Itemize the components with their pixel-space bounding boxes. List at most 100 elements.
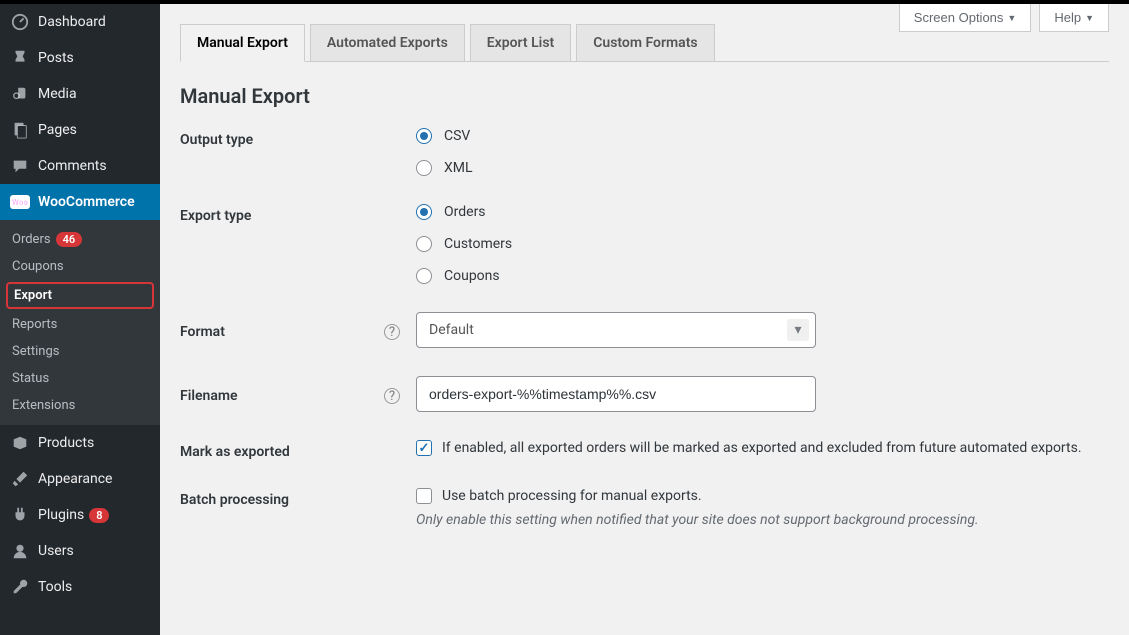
radio-icon: [416, 204, 432, 220]
radio-icon: [416, 160, 432, 176]
radio-option-csv[interactable]: CSV: [416, 128, 1109, 144]
wrench-icon: [10, 577, 30, 597]
batch-note: Only enable this setting when notified t…: [416, 512, 1109, 528]
row-batch-processing: Batch processing Use batch processing fo…: [180, 488, 1109, 528]
submenu-label: Coupons: [12, 259, 64, 274]
sidebar-item-label: Media: [38, 86, 77, 102]
help-label: Help: [1054, 10, 1081, 25]
radio-option-customers[interactable]: Customers: [416, 236, 1109, 252]
sidebar-item-label: Products: [38, 435, 94, 451]
sidebar-item-woocommerce[interactable]: Woo WooCommerce: [0, 184, 160, 220]
comment-icon: [10, 156, 30, 176]
checkbox-desc: If enabled, all exported orders will be …: [442, 440, 1082, 456]
submenu-label: Settings: [12, 344, 59, 359]
submenu-item-settings[interactable]: Settings: [0, 338, 160, 365]
sidebar-item-label: Appearance: [38, 471, 112, 487]
radio-label: Coupons: [444, 268, 500, 284]
submenu-item-orders[interactable]: Orders 46: [0, 226, 160, 253]
label-export-type: Export type: [180, 204, 416, 224]
media-icon: [10, 84, 30, 104]
sidebar-item-pages[interactable]: Pages: [0, 112, 160, 148]
label-output-type: Output type: [180, 128, 416, 148]
submenu-item-coupons[interactable]: Coupons: [0, 253, 160, 280]
sidebar-item-appearance[interactable]: Appearance: [0, 461, 160, 497]
sidebar-item-plugins[interactable]: Plugins 8: [0, 497, 160, 533]
pin-icon: [10, 48, 30, 68]
submenu-label: Export: [14, 288, 52, 303]
radio-label: CSV: [444, 128, 470, 144]
sidebar-item-tools[interactable]: Tools: [0, 569, 160, 605]
radio-icon: [416, 268, 432, 284]
select-value: Default: [429, 322, 474, 338]
screen-options-button[interactable]: Screen Options▼: [899, 4, 1032, 32]
checkbox-icon: [416, 440, 432, 456]
submenu-label: Reports: [12, 317, 57, 332]
tab-export-list[interactable]: Export List: [470, 24, 571, 61]
sidebar-item-dashboard[interactable]: Dashboard: [0, 4, 160, 40]
plugin-icon: [10, 505, 30, 525]
checkbox-icon: [416, 488, 432, 504]
tab-manual-export[interactable]: Manual Export: [180, 24, 305, 62]
submenu-label: Status: [12, 371, 49, 386]
submenu-item-export[interactable]: Export: [6, 282, 154, 309]
user-icon: [10, 541, 30, 561]
radio-option-coupons[interactable]: Coupons: [416, 268, 1109, 284]
row-format: Format ? Default ▾: [180, 312, 1109, 348]
screen-options-label: Screen Options: [914, 10, 1004, 25]
woocommerce-submenu: Orders 46 Coupons Export Reports Setting…: [0, 220, 160, 425]
radio-option-xml[interactable]: XML: [416, 160, 1109, 176]
sidebar-item-label: Plugins: [38, 507, 84, 523]
sidebar-item-label: WooCommerce: [38, 194, 135, 210]
chevron-down-icon: ▼: [1085, 13, 1094, 23]
sidebar-item-products[interactable]: Products: [0, 425, 160, 461]
help-tooltip-icon[interactable]: ?: [384, 324, 400, 340]
sidebar-item-label: Users: [38, 543, 74, 559]
dashboard-icon: [10, 12, 30, 32]
submenu-item-extensions[interactable]: Extensions: [0, 392, 160, 419]
chevron-down-icon: ▼: [1007, 13, 1016, 23]
sidebar-item-comments[interactable]: Comments: [0, 148, 160, 184]
sidebar-item-users[interactable]: Users: [0, 533, 160, 569]
sidebar-item-label: Comments: [38, 158, 107, 174]
radio-icon: [416, 236, 432, 252]
help-button[interactable]: Help ▼: [1039, 4, 1109, 32]
tab-custom-formats[interactable]: Custom Formats: [576, 24, 714, 61]
row-output-type: Output type CSV XML: [180, 128, 1109, 176]
products-icon: [10, 433, 30, 453]
label-text: Filename: [180, 388, 238, 404]
woocommerce-icon: Woo: [10, 192, 30, 212]
row-filename: Filename ?: [180, 376, 1109, 412]
radio-label: Orders: [444, 204, 486, 220]
sidebar-item-media[interactable]: Media: [0, 76, 160, 112]
submenu-item-reports[interactable]: Reports: [0, 311, 160, 338]
sidebar-item-posts[interactable]: Posts: [0, 40, 160, 76]
content-area: Screen Options▼ Help▼ Manual Export Auto…: [160, 4, 1129, 635]
filename-input[interactable]: [416, 376, 816, 412]
label-batch-processing: Batch processing: [180, 488, 416, 508]
pages-icon: [10, 120, 30, 140]
plugins-badge: 8: [89, 508, 109, 523]
radio-icon: [416, 128, 432, 144]
format-select[interactable]: Default ▾: [416, 312, 816, 348]
label-mark-exported: Mark as exported: [180, 440, 416, 460]
label-filename: Filename ?: [180, 384, 416, 404]
submenu-label: Extensions: [12, 398, 75, 413]
radio-label: Customers: [444, 236, 512, 252]
sidebar-item-label: Tools: [38, 579, 72, 595]
checkbox-desc: Use batch processing for manual exports.: [442, 488, 702, 504]
submenu-label: Orders: [12, 232, 51, 247]
sidebar-item-label: Posts: [38, 50, 74, 66]
page-title: Manual Export: [180, 84, 1109, 108]
admin-sidebar: Dashboard Posts Media Pages Comments Woo…: [0, 4, 160, 635]
batch-checkbox-row[interactable]: Use batch processing for manual exports.: [416, 488, 1109, 504]
label-text: Format: [180, 324, 225, 340]
help-tooltip-icon[interactable]: ?: [384, 388, 400, 404]
chevron-down-icon: ▾: [787, 319, 809, 341]
radio-label: XML: [444, 160, 473, 176]
tab-automated-exports[interactable]: Automated Exports: [310, 24, 465, 61]
submenu-item-status[interactable]: Status: [0, 365, 160, 392]
radio-option-orders[interactable]: Orders: [416, 204, 1109, 220]
row-mark-exported: Mark as exported If enabled, all exporte…: [180, 440, 1109, 460]
sidebar-item-label: Pages: [38, 122, 77, 138]
mark-exported-checkbox-row[interactable]: If enabled, all exported orders will be …: [416, 440, 1109, 456]
